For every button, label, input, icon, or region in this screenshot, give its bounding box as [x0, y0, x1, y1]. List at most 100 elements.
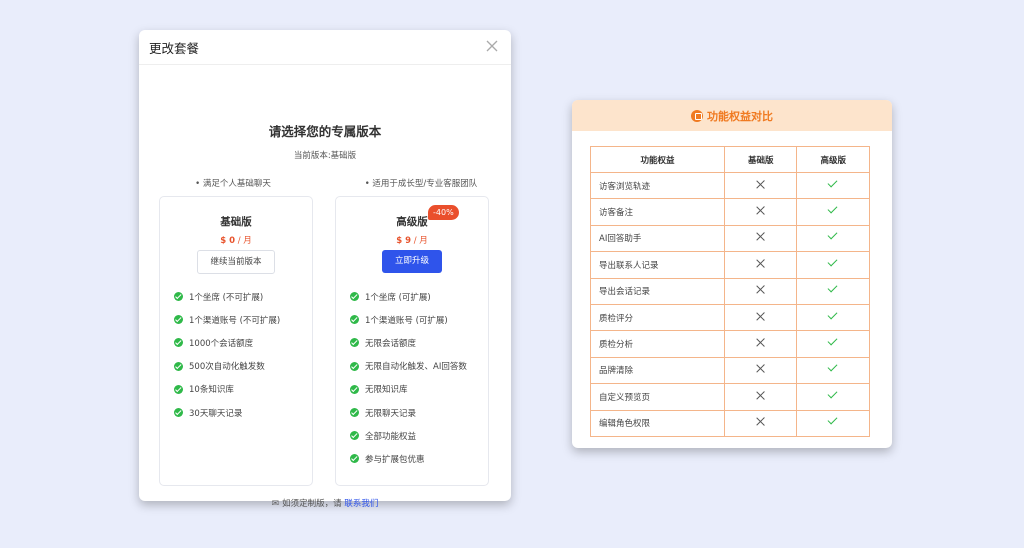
cross-icon [756, 364, 765, 373]
advanced-availability [796, 251, 870, 279]
feature-label: 10条知识库 [189, 385, 234, 396]
feature-name: 访客备注 [589, 198, 726, 226]
list-item: 1个渠道账号 (不可扩展) [174, 308, 280, 331]
list-item: 1000个会话额度 [174, 331, 280, 354]
advanced-availability [796, 383, 870, 411]
list-item: 无限知识库 [350, 378, 467, 401]
feature-label: 1个坐席 (可扩展) [365, 292, 431, 303]
table-row: 编辑角色权限 [589, 409, 870, 437]
check-icon [827, 232, 839, 241]
feature-label: 1个坐席 (不可扩展) [189, 292, 264, 303]
gift-icon [691, 110, 703, 122]
check-circle-icon [350, 338, 359, 348]
check-circle-icon [350, 384, 359, 394]
basic-availability [724, 171, 798, 200]
advanced-availability [796, 356, 870, 385]
table-row: 自定义预览页 [589, 383, 870, 411]
check-circle-icon [174, 315, 183, 325]
check-icon [827, 391, 839, 400]
plan-heading: 请选择您的专属版本 [268, 124, 382, 139]
advanced-feature-list: 1个坐席 (可扩展) 1个渠道账号 (可扩展) 无限会话额度 无限自动化触发、A… [350, 285, 467, 471]
upgrade-now-button[interactable]: 立即升级 [382, 250, 442, 273]
feature-label: 500次自动化触发数 [189, 362, 265, 373]
basic-availability [724, 383, 798, 411]
plan-price: $ 9 / 月 [336, 234, 488, 246]
check-circle-icon [174, 338, 183, 348]
check-circle-icon [350, 315, 359, 325]
cross-icon [756, 285, 765, 294]
comparison-header: 功能权益对比 [572, 100, 892, 131]
advanced-plan-card: 高级版 -40% $ 9 / 月 立即升级 1个坐席 (可扩展) 1个渠道账号 … [335, 196, 489, 486]
feature-name: 质检评分 [589, 303, 726, 332]
list-item: 1个坐席 (可扩展) [350, 285, 467, 308]
modal-title: 更改套餐 [149, 41, 200, 56]
check-circle-icon [350, 292, 359, 302]
basic-availability [724, 277, 798, 305]
check-circle-icon [350, 361, 359, 371]
table-row: 质检分析 [589, 330, 870, 358]
cross-icon [756, 338, 765, 347]
list-item: 全部功能权益 [350, 424, 467, 447]
feature-label: 1000个会话额度 [189, 338, 254, 349]
cross-icon [756, 206, 765, 215]
basic-plan-card: 基础版 $ 0 / 月 继续当前版本 1个坐席 (不可扩展) 1个渠道账号 (不… [159, 196, 313, 486]
advanced-availability [796, 224, 870, 253]
cross-icon [756, 180, 765, 189]
basic-availability [724, 198, 798, 226]
feature-label: 参与扩展包优惠 [365, 454, 425, 465]
check-circle-icon [174, 292, 183, 302]
check-icon [827, 259, 839, 268]
table-row: 导出联系人记录 [589, 251, 870, 279]
check-circle-icon [174, 408, 183, 418]
feature-name: 编辑角色权限 [589, 409, 726, 437]
custom-plan-note: ✉ 如须定制版，请 联系我们 [139, 497, 511, 509]
check-icon [827, 338, 839, 347]
basic-availability [724, 303, 798, 332]
contact-us-link[interactable]: 联系我们 [344, 499, 378, 509]
advanced-availability [796, 171, 870, 200]
feature-name: 导出会话记录 [589, 277, 726, 305]
list-item: 10条知识库 [174, 378, 280, 401]
modal-header: 更改套餐 [139, 30, 511, 65]
list-item: 500次自动化触发数 [174, 355, 280, 378]
table-row: 访客备注 [589, 198, 870, 226]
comparison-title-text: 功能权益对比 [707, 110, 773, 123]
list-item: 参与扩展包优惠 [350, 447, 467, 470]
check-icon [827, 312, 839, 321]
close-icon[interactable] [485, 39, 499, 53]
list-item: 无限聊天记录 [350, 401, 467, 424]
check-icon [827, 364, 839, 373]
cross-icon [756, 232, 765, 241]
check-icon [827, 206, 839, 215]
cross-icon [756, 391, 765, 400]
footer-text: 如须定制版，请 [282, 499, 345, 509]
plan-name: 高级版 [396, 216, 428, 228]
table-row: 访客浏览轨迹 [589, 171, 870, 200]
check-circle-icon [350, 454, 359, 464]
cross-icon [756, 312, 765, 321]
advanced-availability [796, 409, 870, 437]
feature-label: 全部功能权益 [365, 431, 417, 442]
check-circle-icon [350, 408, 359, 418]
feature-label: 无限聊天记录 [365, 408, 417, 419]
price-unit: / 月 [411, 236, 428, 246]
cross-icon [756, 417, 765, 426]
advanced-availability [796, 277, 870, 305]
feature-name: 品牌清除 [589, 356, 726, 385]
plan-name: 基础版 [220, 216, 252, 228]
comparison-table-body: 访客浏览轨迹 访客备注 AI回答助手 导出联系人记录 导出会话记录 质检评分 质检分析 品牌清… [589, 171, 870, 437]
feature-name: 质检分析 [589, 330, 726, 358]
list-item: 无限自动化触发、AI回答数 [350, 355, 467, 378]
cross-icon [756, 259, 765, 268]
feature-label: 无限会话额度 [365, 338, 417, 349]
feature-label: 无限知识库 [365, 385, 408, 396]
check-circle-icon [350, 431, 359, 441]
list-item: 30天聊天记录 [174, 401, 280, 424]
column-header: 高级版 [796, 146, 870, 173]
keep-current-button[interactable]: 继续当前版本 [197, 250, 275, 274]
basic-plan-subtitle: • 满足个人基础聊天 [195, 179, 271, 189]
basic-availability [724, 356, 798, 385]
advanced-availability [796, 330, 870, 358]
feature-label: 1个渠道账号 (不可扩展) [189, 315, 281, 326]
basic-feature-list: 1个坐席 (不可扩展) 1个渠道账号 (不可扩展) 1000个会话额度 500次… [174, 285, 280, 424]
